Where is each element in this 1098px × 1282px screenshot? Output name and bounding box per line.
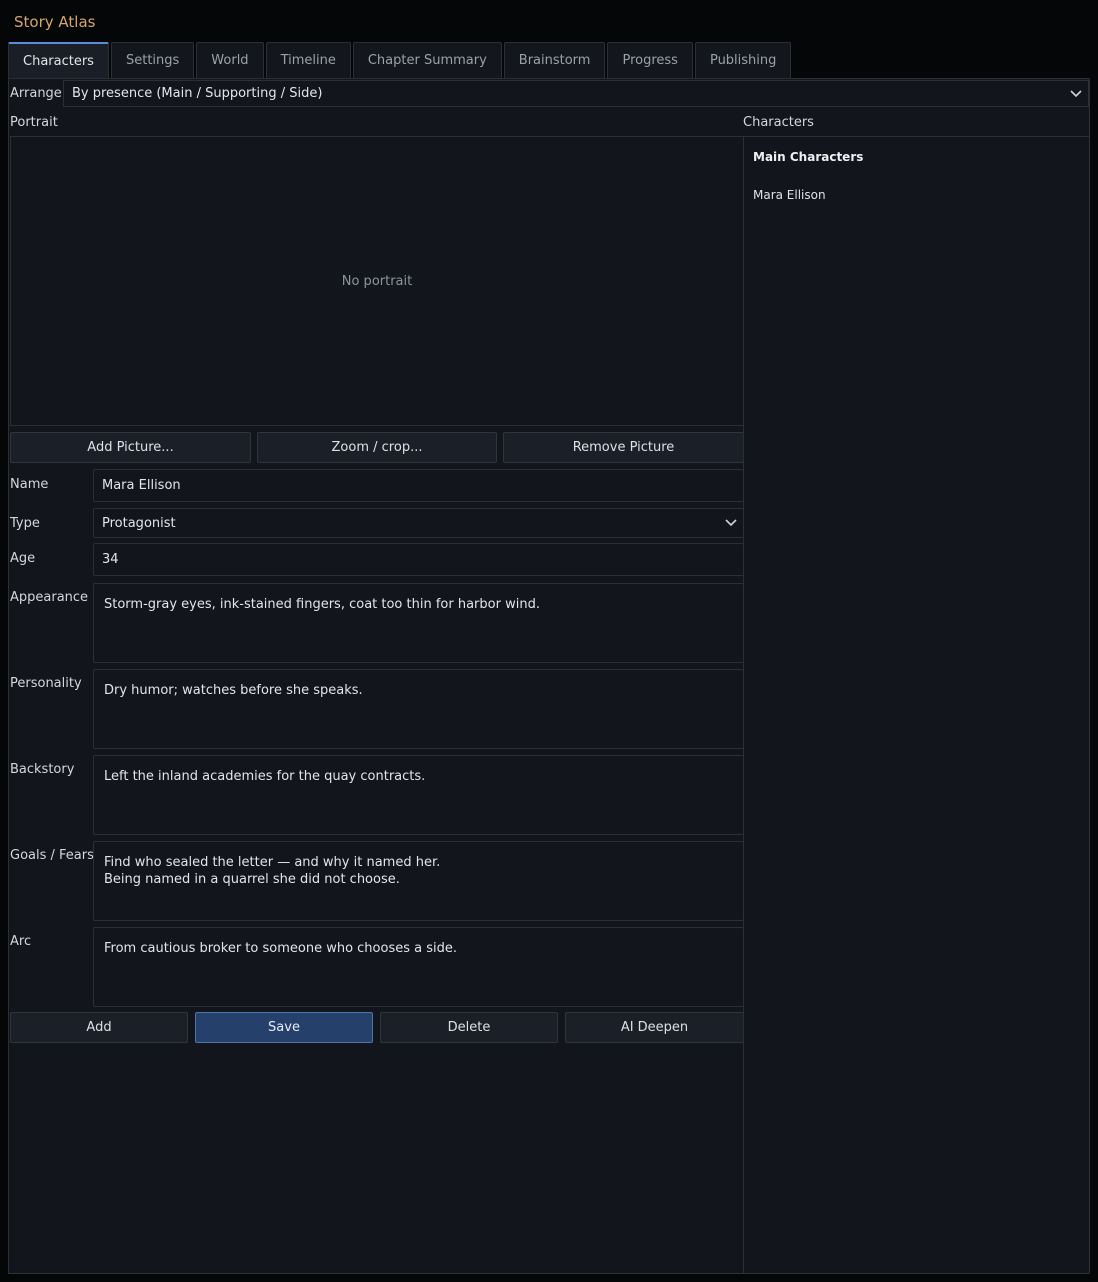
delete-button[interactable]: Delete (380, 1012, 558, 1043)
name-field[interactable]: Mara Ellison (93, 469, 744, 502)
backstory-field[interactable]: Left the inland academies for the quay c… (93, 755, 744, 835)
characters-panel: Arrange By presence (Main / Supporting /… (8, 78, 1090, 1274)
save-button[interactable]: Save (195, 1012, 373, 1043)
arrange-value: By presence (Main / Supporting / Side) (72, 86, 323, 101)
remove-picture-button[interactable]: Remove Picture (503, 432, 744, 463)
character-list: Main Characters Mara Ellison (743, 136, 1089, 1273)
no-portrait-text: No portrait (341, 273, 413, 289)
tab-world[interactable]: World (196, 42, 264, 78)
name-label: Name (10, 477, 49, 492)
personality-label: Personality (10, 676, 82, 691)
zoom-crop-button[interactable]: Zoom / crop... (257, 432, 497, 463)
tab-chapter-summary[interactable]: Chapter Summary (352, 42, 502, 78)
backstory-label: Backstory (10, 762, 75, 777)
tab-publishing[interactable]: Publishing (694, 42, 792, 78)
age-label: Age (10, 551, 36, 566)
appearance-field[interactable]: Storm-gray eyes, ink-stained fingers, co… (93, 583, 744, 663)
app-title: Story Atlas (14, 13, 96, 31)
tab-settings[interactable]: Settings (110, 42, 195, 78)
list-item[interactable]: Mara Ellison (753, 188, 826, 202)
appearance-label: Appearance (10, 590, 89, 605)
chevron-down-icon (1070, 87, 1082, 101)
add-picture-button[interactable]: Add Picture... (10, 432, 251, 463)
tab-bar: Characters Settings World Timeline Chapt… (8, 42, 793, 78)
chevron-down-icon (725, 516, 737, 530)
type-select[interactable]: Protagonist (93, 508, 744, 538)
add-button[interactable]: Add (10, 1012, 188, 1043)
tab-brainstorm[interactable]: Brainstorm (503, 42, 606, 78)
tab-progress[interactable]: Progress (607, 42, 693, 78)
goals-fears-label: Goals / Fears (10, 848, 94, 863)
arc-label: Arc (10, 934, 32, 949)
arc-field[interactable]: From cautious broker to someone who choo… (93, 927, 744, 1007)
tab-characters[interactable]: Characters (8, 42, 109, 78)
characters-label: Characters (743, 115, 814, 130)
group-heading: Main Characters (753, 150, 864, 164)
arrange-label: Arrange (10, 86, 62, 101)
type-value: Protagonist (102, 515, 176, 531)
tab-timeline[interactable]: Timeline (265, 42, 351, 78)
ai-deepen-button[interactable]: AI Deepen (565, 1012, 744, 1043)
type-label: Type (10, 516, 40, 531)
portrait-label: Portrait (10, 115, 58, 130)
arrange-select[interactable]: By presence (Main / Supporting / Side) (63, 80, 1089, 107)
portrait-area: No portrait (10, 136, 744, 426)
goals-fears-field[interactable]: Find who sealed the letter — and why it … (93, 841, 744, 921)
personality-field[interactable]: Dry humor; watches before she speaks. (93, 669, 744, 749)
age-field[interactable]: 34 (93, 543, 744, 576)
